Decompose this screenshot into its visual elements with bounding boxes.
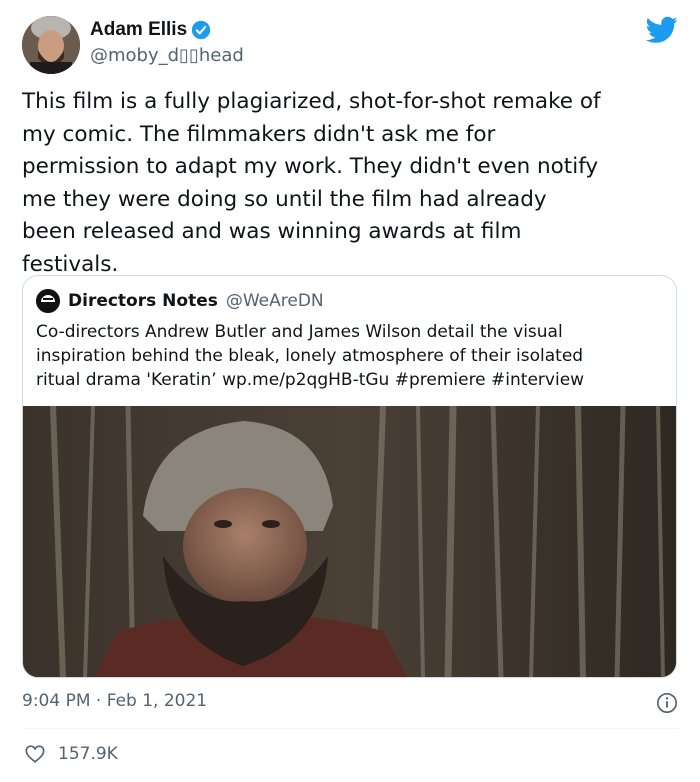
- quoted-tweet-text: Co-directors Andrew Butler and James Wil…: [36, 320, 666, 392]
- twitter-bird-icon[interactable]: [646, 16, 678, 44]
- quoted-tweet-card[interactable]: Directors Notes @WeAreDN Co-directors An…: [22, 275, 677, 678]
- timestamp-separator: ·: [95, 691, 102, 711]
- quoted-author-avatar[interactable]: [36, 289, 60, 313]
- quoted-author-name[interactable]: Directors Notes: [68, 291, 218, 311]
- author-name[interactable]: Adam Ellis: [90, 19, 187, 41]
- quoted-line: inspiration behind the bleak, lonely atm…: [36, 346, 584, 366]
- tweet-line: been released and was winning awards at …: [22, 219, 522, 244]
- info-icon[interactable]: [656, 692, 678, 714]
- tweet-text: This film is a fully plagiarized, shot-f…: [22, 86, 682, 281]
- tweet-line: permission to adapt my work. They didn't…: [22, 154, 599, 179]
- tweet-line: my comic. The filmmakers didn't ask me f…: [22, 121, 496, 147]
- tweet-line: me they were doing so until the film had…: [22, 186, 547, 212]
- tweet-time: 9:04 PM: [22, 691, 91, 711]
- quoted-line: ritual drama 'Keratin’ wp.me/p2qgHB-tGu …: [36, 370, 585, 390]
- quoted-author-handle[interactable]: @WeAreDN: [226, 291, 324, 311]
- tweet-date: Feb 1, 2021: [106, 691, 208, 711]
- quoted-tweet-header: Directors Notes @WeAreDN: [36, 289, 324, 313]
- like-count: 157.9K: [58, 744, 118, 764]
- author-avatar[interactable]: [22, 16, 80, 74]
- quoted-line: Co-directors Andrew Butler and James Wil…: [36, 322, 563, 342]
- verified-badge-icon: [191, 20, 211, 40]
- author-name-row: Adam Ellis: [90, 19, 211, 41]
- tweet-line: This film is a fully plagiarized, shot-f…: [22, 89, 601, 114]
- tweet-timestamp[interactable]: 9:04 PM · Feb 1, 2021: [22, 691, 207, 711]
- quoted-tweet-image[interactable]: [23, 406, 676, 677]
- like-action[interactable]: 157.9K: [24, 743, 118, 765]
- author-handle[interactable]: @moby_d▯▯head: [90, 45, 244, 66]
- heart-icon[interactable]: [24, 743, 46, 765]
- divider: [22, 728, 678, 729]
